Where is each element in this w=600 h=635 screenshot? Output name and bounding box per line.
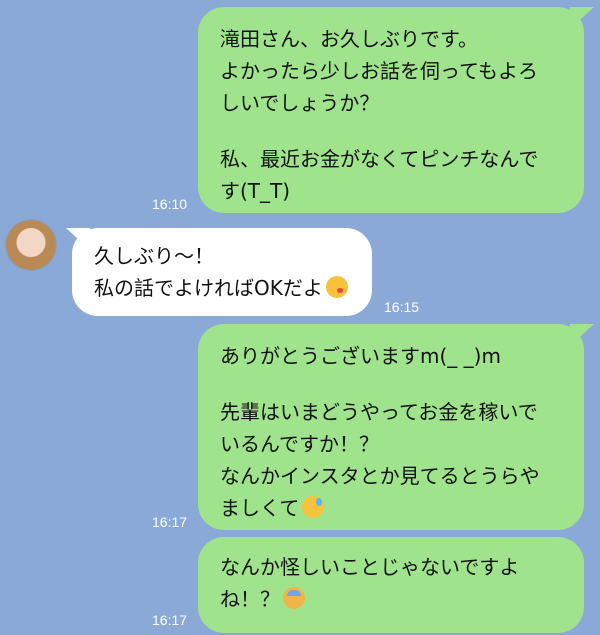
message-text: なんかインスタとか見てるとうらや	[220, 464, 540, 488]
message-text: しいでしょうか？	[220, 91, 380, 115]
message-text: 滝田さん、お久しぶりです。	[220, 27, 478, 51]
outgoing-message-bubble[interactable]: なんか怪しいことじゃないですよ ね！？	[198, 537, 584, 633]
message-text: いるんですか！？	[220, 432, 379, 456]
message-text: ありがとうございますm(_ _)m	[220, 344, 501, 368]
message-text: なんか怪しいことじゃないですよ	[220, 555, 520, 579]
message-text: 久しぶり～！	[94, 244, 214, 268]
kissing-face-icon	[325, 276, 348, 298]
timestamp: 16:15	[384, 299, 420, 315]
incoming-message-bubble[interactable]: 久しぶり～！ 私の話でよければOKだよ	[72, 228, 372, 316]
timestamp: 16:17	[152, 612, 188, 628]
sad-sweat-face-icon	[283, 587, 305, 609]
grinning-sweat-face-icon	[302, 496, 325, 518]
bubble-tail	[570, 7, 594, 29]
message-text: よかったら少しお話を伺ってもよろ	[220, 59, 538, 83]
contact-avatar[interactable]	[6, 220, 56, 270]
message-text: す(T_T)	[220, 179, 291, 203]
message-text: 私の話でよければOKだよ	[94, 276, 323, 300]
message-text: ましくて	[220, 496, 300, 520]
timestamp: 16:10	[152, 196, 188, 212]
message-text: ね！？	[220, 587, 280, 611]
timestamp: 16:17	[152, 514, 188, 530]
outgoing-message-bubble[interactable]: ありがとうございますm(_ _)m 先輩はいまどうやってお金を稼いで いるんです…	[198, 324, 584, 530]
bubble-tail	[570, 324, 594, 346]
message-text: 私、最近お金がなくてピンチなんで	[220, 147, 539, 171]
outgoing-message-bubble[interactable]: 滝田さん、お久しぶりです。 よかったら少しお話を伺ってもよろ しいでしょうか？ …	[198, 7, 584, 213]
message-text: 先輩はいまどうやってお金を稼いで	[220, 400, 538, 424]
